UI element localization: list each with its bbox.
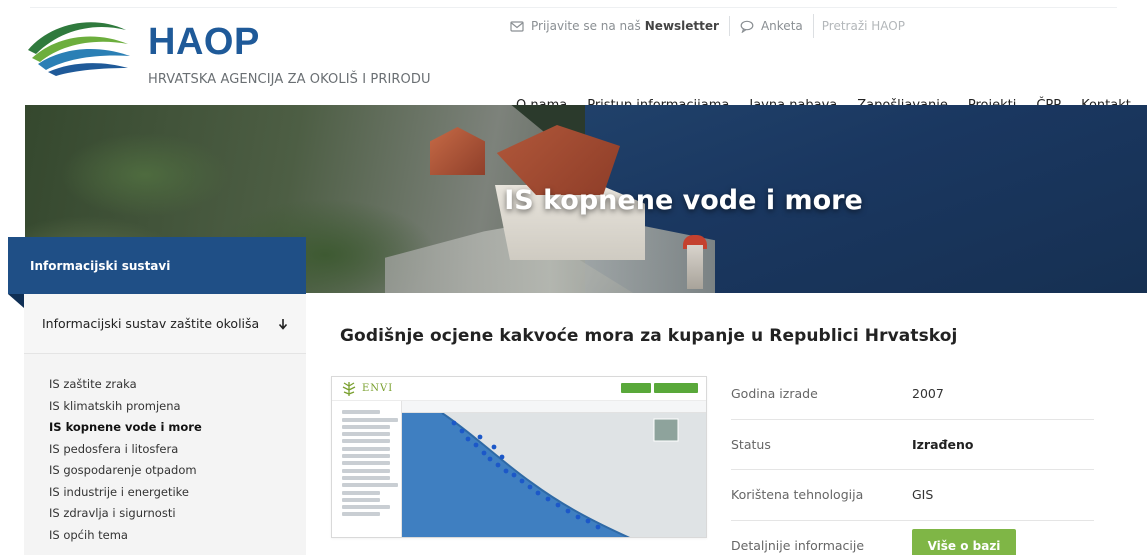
details-table: Godina izrade 2007 Status Izrađeno Koriš… [731, 369, 1094, 555]
envelope-icon [510, 21, 524, 32]
sidebar-section-header[interactable]: Informacijski sustav zaštite okoliša [24, 294, 306, 354]
detail-value: GIS [912, 487, 934, 503]
sidebar-list: IS zaštite zraka IS klimatskih promjena … [24, 354, 306, 546]
sidebar-item-is-pedosfera-i-litosfera[interactable]: IS pedosfera i litosfera [49, 439, 306, 461]
sidebar-item-is-zastite-zraka[interactable]: IS zaštite zraka [49, 374, 306, 396]
detail-label: Korištena tehnologija [731, 487, 864, 503]
sidebar: Informacijski sustav zaštite okoliša IS … [24, 294, 306, 555]
tree-line [342, 446, 390, 451]
sidebar-section-label: Informacijski sustav zaštite okoliša [42, 316, 260, 331]
survey-link[interactable]: Anketa [730, 14, 813, 38]
hero-lighthouse [687, 245, 703, 289]
detail-row-status: Status Izrađeno [731, 420, 1094, 470]
sidebar-item-is-gospodarenje-otpadom[interactable]: IS gospodarenje otpadom [49, 460, 306, 482]
envi-logo-icon [342, 381, 356, 396]
thumbnail-green-button [621, 383, 651, 393]
tree-line [342, 497, 380, 502]
thumbnail-green-button [654, 383, 698, 393]
search-input[interactable] [813, 19, 1014, 33]
sidebar-item-is-kopnene-vode-i-more[interactable]: IS kopnene vode i more [49, 417, 306, 439]
newsletter-prefix: Prijavite se na naš [531, 19, 641, 33]
detail-row-more-info: Detaljnije informacije Više o bazi [731, 521, 1094, 555]
thumbnail-header: ENVI [332, 377, 706, 401]
utility-bar: Prijavite se na naš Newsletter Anketa [500, 14, 1014, 38]
more-about-database-button[interactable]: Više o bazi [912, 529, 1016, 555]
status-value: Izrađeno [912, 436, 974, 452]
thumbnail-layer-tree [332, 401, 402, 537]
page-title: Godišnje ocjene kakvoće mora za kupanje … [340, 326, 958, 346]
sidebar-item-is-opcih-tema[interactable]: IS općih tema [49, 525, 306, 547]
tree-line [342, 490, 380, 495]
hero-title: IS kopnene vode i more [504, 185, 863, 216]
sidebar-tab-fold [8, 294, 24, 308]
tree-line [342, 483, 398, 488]
tree-line [342, 475, 390, 480]
detail-label: Detaljnije informacije [731, 538, 865, 554]
sidebar-tab[interactable]: Informacijski sustavi [8, 237, 306, 294]
search-box [812, 14, 1014, 38]
tree-line [342, 505, 390, 510]
brand-title[interactable]: HAOP [148, 22, 260, 62]
sidebar-item-is-industrije-i-energetike[interactable]: IS industrije i energetike [49, 482, 306, 504]
detail-label: Godina izrade [731, 386, 818, 402]
detail-value: 2007 [912, 386, 944, 402]
thumbnail-map [402, 413, 706, 537]
tree-line [342, 461, 390, 466]
tree-line [342, 417, 398, 422]
thumbnail-brand: ENVI [362, 383, 394, 394]
sidebar-item-is-klimatskih-promjena[interactable]: IS klimatskih promjena [49, 396, 306, 418]
database-thumbnail[interactable]: ENVI [331, 376, 707, 538]
survey-label: Anketa [760, 19, 803, 33]
tree-line [342, 454, 390, 459]
detail-row-year: Godina izrade 2007 [731, 369, 1094, 420]
tree-line [342, 468, 390, 473]
tree-line [342, 410, 380, 415]
arrow-down-icon [278, 318, 288, 330]
newsletter-link[interactable]: Prijavite se na naš Newsletter [500, 14, 729, 38]
tree-line [342, 432, 390, 437]
sidebar-item-is-zdravlja-i-sigurnosti[interactable]: IS zdravlja i sigurnosti [49, 503, 306, 525]
brand-subtitle: HRVATSKA AGENCIJA ZA OKOLIŠ I PRIRODU [148, 72, 431, 87]
tree-line [342, 439, 390, 444]
top-divider [30, 7, 1117, 8]
detail-label: Status [731, 436, 771, 452]
thumbnail-toolbar [402, 401, 706, 413]
site-header: HAOP HRVATSKA AGENCIJA ZA OKOLIŠ I PRIRO… [0, 0, 1147, 113]
detail-row-technology: Korištena tehnologija GIS [731, 470, 1094, 521]
haop-logo-icon[interactable] [22, 14, 132, 76]
tree-line [342, 424, 390, 429]
newsletter-label: Newsletter [644, 19, 719, 33]
tree-line [342, 512, 380, 517]
adriatic-map [402, 413, 706, 537]
speech-bubble-icon [740, 20, 754, 33]
